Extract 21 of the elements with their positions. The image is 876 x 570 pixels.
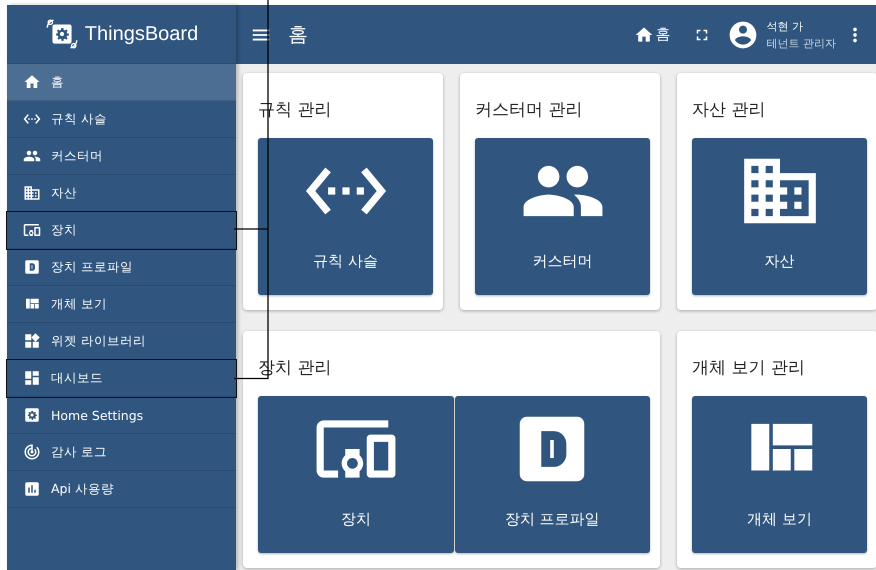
shortcut-tile[interactable]: 규칙 사슬 xyxy=(258,138,433,295)
sidebar-item[interactable]: Api 사용량 xyxy=(7,471,236,508)
sidebar-item[interactable]: 장치 프로파일 xyxy=(7,249,236,286)
user-role: 테넌트 관리자 xyxy=(766,36,836,52)
shortcut-tile[interactable]: 자산 xyxy=(692,138,867,295)
shortcut-tile[interactable]: 개체 보기 xyxy=(692,396,867,553)
shortcut-tile[interactable]: 장치 xyxy=(258,396,454,553)
sidebar-item[interactable]: 홈 xyxy=(7,64,236,101)
shortcut-tile[interactable]: 장치 프로파일 xyxy=(454,396,650,553)
sidebar-item[interactable]: Home Settings xyxy=(7,397,236,434)
user-name: 석현 가 xyxy=(766,18,804,34)
sidebar-item[interactable]: 대시보드 xyxy=(7,360,236,397)
breadcrumb-link[interactable]: 홈 xyxy=(634,24,670,44)
shortcut-tile[interactable]: 커스터머 xyxy=(475,138,650,295)
section-title: 자산 관리 xyxy=(692,99,766,122)
app-logo-text: ThingsBoard xyxy=(84,22,198,46)
sidebar-item[interactable]: 장치 xyxy=(7,212,236,249)
page-title: 홈 xyxy=(288,21,308,48)
sidebar-item[interactable]: 개체 보기 xyxy=(7,286,236,323)
section-title: 커스터머 관리 xyxy=(475,99,584,122)
section-title: 개체 보기 관리 xyxy=(692,357,806,380)
